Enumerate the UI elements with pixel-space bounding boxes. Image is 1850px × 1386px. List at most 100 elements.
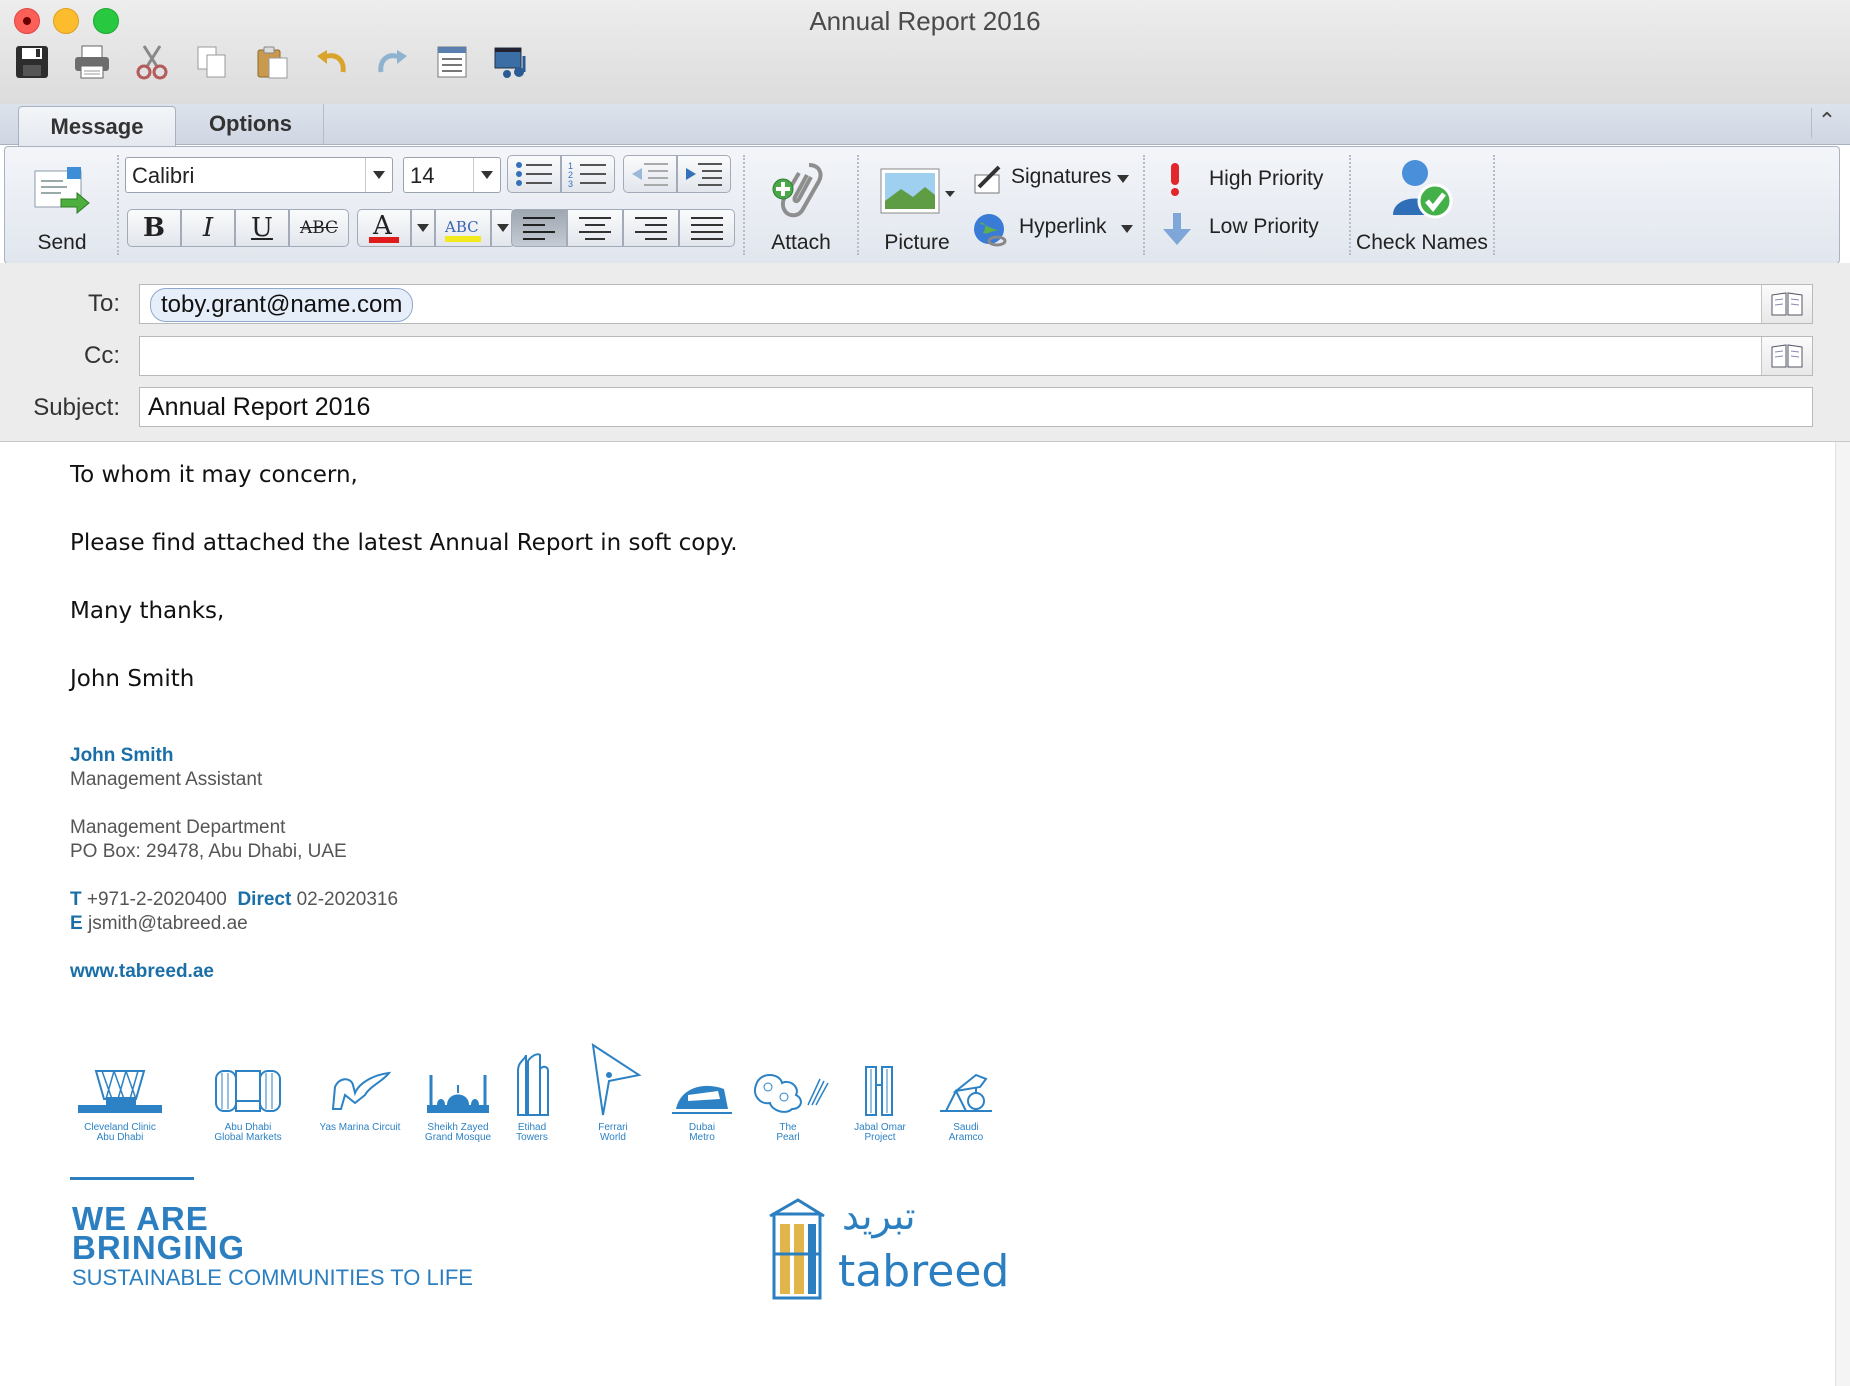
direct-value: 02-2020316	[296, 889, 399, 910]
tabreed-logo-icon	[769, 1198, 825, 1300]
high-priority-button[interactable]: High Priority	[1165, 161, 1345, 199]
cut-icon[interactable]	[132, 42, 172, 82]
chevron-down-icon	[1121, 225, 1133, 233]
body-line: Please find attached the latest Annual R…	[70, 530, 738, 556]
global-markets-icon	[215, 1070, 281, 1112]
attach-label: Attach	[771, 231, 831, 254]
paperclip-icon	[772, 163, 823, 218]
picture-button[interactable]: Picture	[867, 159, 967, 255]
to-field[interactable]: toby.grant@name.com	[139, 284, 1813, 324]
logo-arabic-text: تبريد	[842, 1194, 916, 1238]
recipient-token[interactable]: toby.grant@name.com	[150, 288, 414, 322]
metro-icon	[672, 1085, 732, 1114]
decrease-indent-button[interactable]	[623, 155, 677, 193]
align-right-button[interactable]	[623, 209, 679, 247]
increase-indent-icon	[686, 163, 722, 186]
vertical-scrollbar[interactable]	[1835, 442, 1850, 1386]
jabal-omar-icon	[865, 1066, 893, 1116]
pearl-icon	[754, 1074, 829, 1113]
undo-icon[interactable]	[312, 42, 352, 82]
collapse-ribbon-icon[interactable]: ⌃	[1811, 108, 1842, 138]
project-label-line2: Abu Dhabi	[96, 1132, 144, 1143]
window-title: Annual Report 2016	[809, 6, 1041, 36]
low-priority-label: Low Priority	[1209, 215, 1319, 238]
quick-toolbar	[12, 42, 532, 82]
subject-value: Annual Report 2016	[148, 393, 371, 421]
redo-icon[interactable]	[372, 42, 412, 82]
project-label-line2: Project	[864, 1132, 896, 1143]
subject-field[interactable]: Annual Report 2016	[139, 387, 1813, 427]
email-label: E	[70, 913, 83, 934]
project-adgm: Abu Dhabi Global Markets	[198, 1065, 298, 1143]
to-address-book-button[interactable]	[1761, 285, 1812, 323]
check-names-icon	[1393, 160, 1453, 219]
send-button[interactable]: Send	[17, 159, 107, 255]
increase-indent-button[interactable]	[677, 155, 731, 193]
highlight-button[interactable]: ABC	[435, 209, 491, 247]
phone-label: T	[70, 889, 82, 910]
align-left-button[interactable]	[511, 209, 567, 247]
cc-field[interactable]	[139, 336, 1813, 376]
font-color-button[interactable]: A	[357, 209, 411, 247]
body-closing: Many thanks,	[70, 598, 225, 624]
ribbon-separator	[857, 155, 859, 255]
media-icon[interactable]	[492, 42, 532, 82]
attach-button[interactable]: Attach	[753, 159, 849, 255]
compose-window: Annual Report 2016 Message Options ⌃ Sen…	[0, 0, 1850, 1386]
bullet-list-button[interactable]	[507, 155, 561, 193]
paste-icon[interactable]	[252, 42, 292, 82]
italic-button[interactable]: I	[181, 209, 235, 247]
svg-text:3: 3	[568, 179, 573, 188]
copy-icon[interactable]	[192, 42, 232, 82]
chevron-down-icon	[473, 158, 500, 192]
underline-button[interactable]: U	[235, 209, 289, 247]
cleveland-clinic-icon	[78, 1070, 162, 1113]
font-color-icon: A	[369, 212, 399, 243]
website-link[interactable]: www.tabreed.ae	[70, 961, 214, 983]
font-size-select[interactable]: 14	[403, 157, 501, 193]
cc-address-book-button[interactable]	[1761, 337, 1812, 375]
signatures-button[interactable]: Signatures	[973, 163, 1133, 197]
project-dubai-metro: Dubai Metro	[670, 1065, 734, 1143]
aramco-icon	[940, 1073, 992, 1112]
bold-button[interactable]: B	[127, 209, 181, 247]
hyperlink-label: Hyperlink	[1019, 215, 1107, 238]
signature-title: Management Assistant	[70, 769, 263, 790]
check-names-button[interactable]: Check Names	[1353, 157, 1491, 257]
justify-button[interactable]	[679, 209, 735, 247]
strikethrough-button[interactable]: ABC	[289, 209, 349, 247]
slogan-line-3: SUSTAINABLE COMMUNITIES TO LIFE	[72, 1265, 473, 1290]
project-label-line2: Towers	[516, 1132, 548, 1143]
picture-icon	[880, 168, 955, 214]
direct-label: Direct	[237, 889, 292, 910]
title-bar: Annual Report 2016	[0, 0, 1850, 105]
font-name-value: Calibri	[132, 163, 195, 188]
format-icon[interactable]	[432, 42, 472, 82]
globe-icon	[974, 214, 1007, 247]
signature-name: John Smith	[70, 745, 174, 766]
address-book-icon	[1771, 292, 1803, 316]
svg-text:A: A	[372, 212, 393, 241]
project-label-line2: World	[600, 1132, 626, 1143]
hyperlink-button[interactable]: Hyperlink	[971, 211, 1135, 251]
chevron-down-icon	[417, 224, 429, 232]
email-value[interactable]: jsmith@tabreed.ae	[88, 913, 248, 934]
save-icon[interactable]	[12, 42, 52, 82]
address-book-icon	[1771, 344, 1803, 368]
tab-message[interactable]: Message	[18, 106, 176, 146]
font-color-dropdown[interactable]	[411, 209, 435, 247]
yas-marina-icon	[331, 1071, 392, 1110]
align-right-icon	[635, 217, 667, 240]
project-saudi-aramco: Saudi Aramco	[932, 1065, 1000, 1143]
print-icon[interactable]	[72, 42, 112, 82]
tab-options[interactable]: Options	[178, 104, 324, 144]
align-center-icon	[579, 217, 611, 240]
pen-icon	[974, 165, 1001, 194]
font-size-value: 14	[410, 163, 435, 188]
font-name-select[interactable]: Calibri	[125, 157, 393, 193]
align-center-button[interactable]	[567, 209, 623, 247]
down-arrow-icon	[1163, 213, 1191, 245]
exclamation-icon	[1171, 163, 1179, 196]
numbered-list-button[interactable]: 123	[561, 155, 615, 193]
low-priority-button[interactable]: Low Priority	[1161, 211, 1341, 249]
